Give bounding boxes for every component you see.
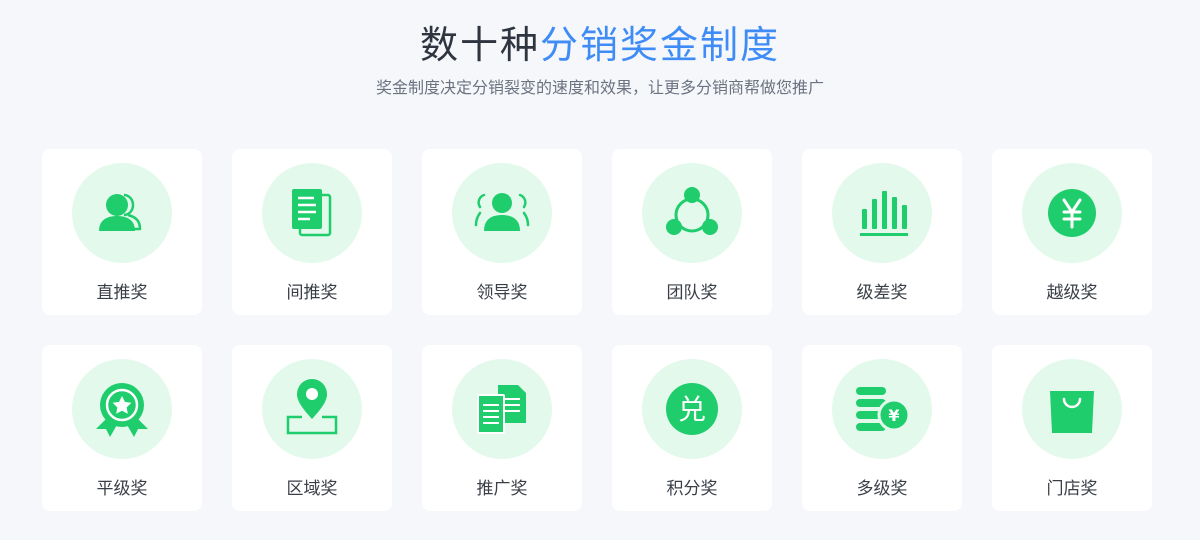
- card-multilevel-bonus[interactable]: ¥ 多级奖: [802, 345, 962, 511]
- card-label: 间推奖: [286, 283, 338, 303]
- card-label: 直推奖: [96, 283, 148, 303]
- icon-circle: [262, 359, 362, 459]
- title-accent: 分销奖金制度: [540, 23, 781, 67]
- card-direct-bonus[interactable]: 直推奖: [42, 149, 202, 315]
- icon-circle: [1022, 163, 1122, 263]
- card-store-bonus[interactable]: 门店奖: [992, 345, 1152, 511]
- document-icon: [292, 189, 332, 237]
- svg-text:¥: ¥: [888, 406, 899, 425]
- bonus-grid: 直推奖 间推奖 领导奖 团队奖 级差奖 越级奖 平级奖 区域奖 推广奖 兑 积分…: [42, 149, 1152, 511]
- coins-stack-icon: ¥: [856, 387, 911, 432]
- title-dark: 数十种: [419, 23, 540, 67]
- award-badge-icon: [96, 383, 148, 437]
- icon-circle: [452, 359, 552, 459]
- team-network-icon: [666, 187, 718, 235]
- location-pin-icon: [286, 379, 338, 435]
- icon-circle: [1022, 359, 1122, 459]
- users-icon: [99, 193, 142, 231]
- files-icon: [477, 385, 526, 434]
- card-label: 越级奖: [1046, 283, 1098, 303]
- icon-circle: [72, 163, 172, 263]
- card-label: 平级奖: [96, 479, 148, 499]
- card-leapfrog-bonus[interactable]: 越级奖: [992, 149, 1152, 315]
- icon-circle: [452, 163, 552, 263]
- bar-chart-icon: [860, 191, 908, 236]
- yen-coin-icon: [1048, 189, 1096, 237]
- card-label: 领导奖: [476, 283, 528, 303]
- shopping-bag-icon: [1050, 391, 1094, 433]
- card-label: 级差奖: [856, 283, 908, 303]
- card-regional-bonus[interactable]: 区域奖: [232, 345, 392, 511]
- svg-text:兑: 兑: [678, 393, 706, 426]
- card-points-bonus[interactable]: 兑 积分奖: [612, 345, 772, 511]
- icon-circle: [832, 163, 932, 263]
- exchange-icon: 兑: [666, 383, 718, 435]
- card-label: 推广奖: [476, 479, 528, 499]
- card-peer-bonus[interactable]: 平级奖: [42, 345, 202, 511]
- page-subtitle: 奖金制度决定分销裂变的速度和效果，让更多分销商帮做您推广: [375, 78, 824, 97]
- card-label: 多级奖: [856, 479, 908, 499]
- card-team-bonus[interactable]: 团队奖: [612, 149, 772, 315]
- card-indirect-bonus[interactable]: 间推奖: [232, 149, 392, 315]
- icon-circle: [72, 359, 172, 459]
- card-label: 团队奖: [666, 283, 718, 303]
- card-label: 门店奖: [1046, 479, 1098, 499]
- icon-circle: 兑: [642, 359, 742, 459]
- icon-circle: ¥: [832, 359, 932, 459]
- card-leader-bonus[interactable]: 领导奖: [422, 149, 582, 315]
- icon-circle: [262, 163, 362, 263]
- card-promotion-bonus[interactable]: 推广奖: [422, 345, 582, 511]
- card-differential-bonus[interactable]: 级差奖: [802, 149, 962, 315]
- icon-circle: [642, 163, 742, 263]
- card-label: 区域奖: [286, 479, 338, 499]
- card-label: 积分奖: [666, 479, 718, 499]
- leader-icon: [474, 193, 530, 231]
- page-title: 数十种分销奖金制度: [0, 20, 1200, 70]
- page-header: 数十种分销奖金制度 奖金制度决定分销裂变的速度和效果，让更多分销商帮做您推广: [0, 0, 1200, 100]
